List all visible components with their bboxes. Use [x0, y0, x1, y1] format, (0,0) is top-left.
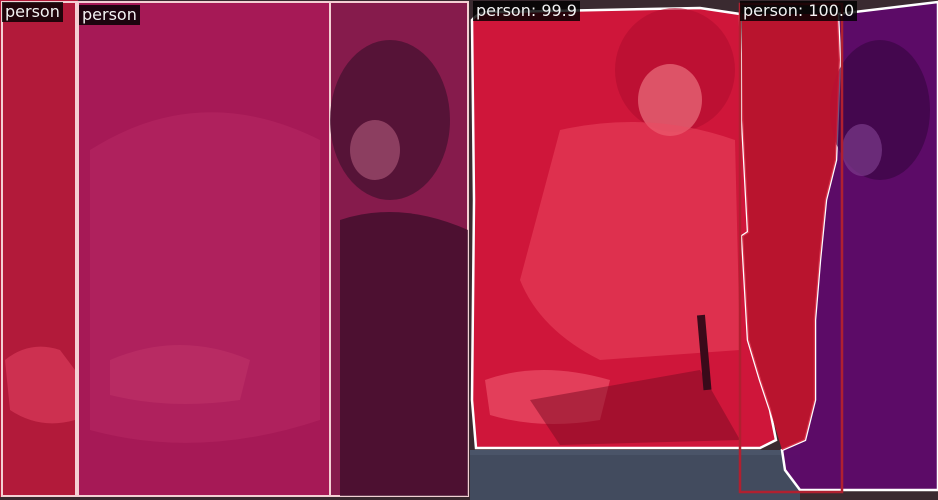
mask-person-left-edge: [0, 0, 78, 497]
hand-left-edge: [5, 346, 75, 424]
label-detection-3: person: 99.9: [473, 1, 580, 21]
hand-hint-magenta: [110, 345, 250, 404]
label-detection-4: person: 100.0: [740, 1, 858, 21]
hair-woman: [330, 40, 450, 200]
face-person-100-0: [842, 124, 882, 176]
shirt-man: [520, 122, 740, 360]
label-detection-2: person: [79, 5, 140, 25]
label-detection-1: person: [2, 2, 63, 22]
detection-visualization: person person person: 99.9 person: 100.0: [0, 0, 938, 500]
scene-canvas: [0, 0, 938, 500]
face-woman: [350, 120, 400, 180]
jacket-woman: [340, 212, 468, 496]
